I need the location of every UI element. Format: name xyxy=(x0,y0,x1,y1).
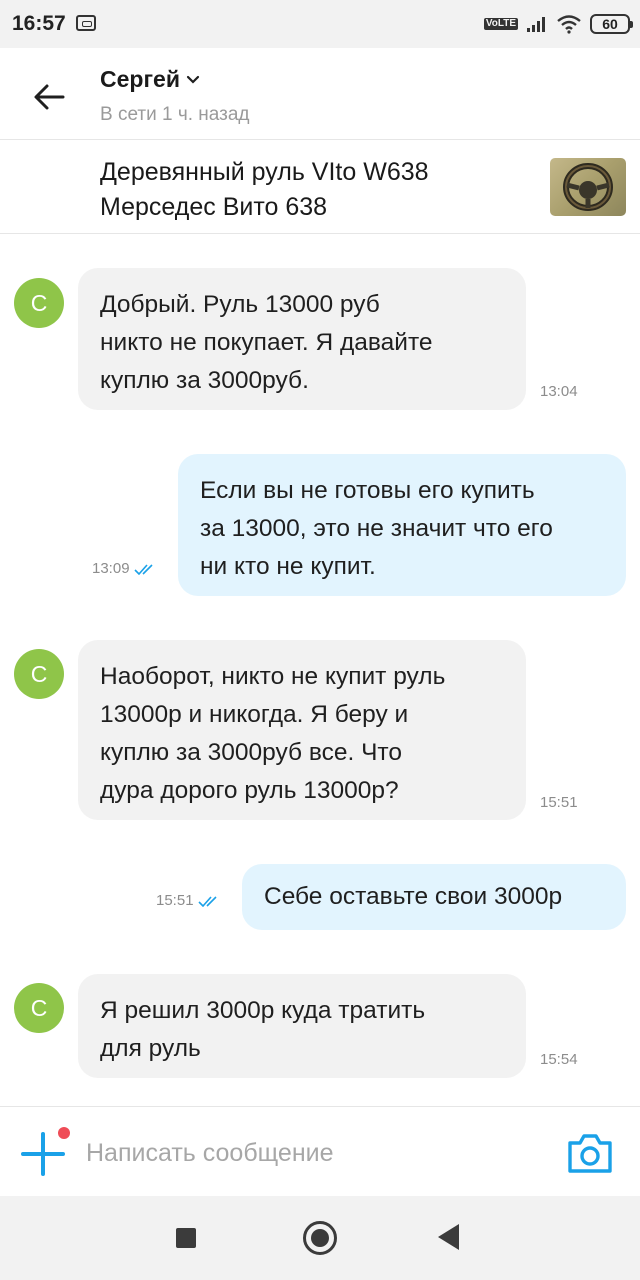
message-time: 15:54 xyxy=(540,1051,578,1068)
message-text: Наоборот, никто не купит руль 13000р и н… xyxy=(100,663,446,804)
double-check-icon xyxy=(133,563,153,575)
arrow-left-icon xyxy=(34,84,65,110)
message-text: Себе оставьте свои 3000р xyxy=(264,883,563,910)
message-incoming: С Наоборот, никто не купит руль 13000р и… xyxy=(0,614,640,834)
notification-icon xyxy=(76,15,96,31)
system-nav-bar xyxy=(0,1196,640,1280)
nav-back-button[interactable] xyxy=(438,1224,459,1250)
status-time: 16:57 xyxy=(12,12,66,35)
double-check-icon xyxy=(197,895,217,907)
chat-header: Сергей В сети 1 ч. назад xyxy=(0,48,640,140)
message-outgoing: 15:51 Себе оставьте свои 3000р xyxy=(0,834,640,954)
message-incoming: С Добрый. Руль 13000 руб никто не покупа… xyxy=(0,234,640,414)
back-button[interactable] xyxy=(26,74,72,120)
contact-name: Сергей xyxy=(100,66,180,92)
message-bubble[interactable]: Добрый. Руль 13000 руб никто не покупает… xyxy=(78,268,578,410)
status-bar: 16:57 VoLTE 60 xyxy=(0,0,640,48)
chevron-down-icon xyxy=(186,75,200,84)
message-meta: 15:51 xyxy=(156,892,220,909)
home-button[interactable] xyxy=(303,1221,337,1255)
listing-title: Деревянный руль VIto W638 Мерседес Вито … xyxy=(100,158,429,221)
message-composer xyxy=(0,1106,640,1196)
avatar[interactable]: С xyxy=(14,278,64,328)
listing-card[interactable]: Деревянный руль VIto W638 Мерседес Вито … xyxy=(0,141,640,234)
volte-icon: VoLTE xyxy=(483,18,518,30)
avatar[interactable]: С xyxy=(14,983,64,1033)
battery-icon: 60 xyxy=(590,14,633,34)
message-time: 15:51 xyxy=(540,794,578,811)
message-text: Добрый. Руль 13000 руб никто не покупает… xyxy=(100,291,433,394)
attach-button[interactable] xyxy=(18,1127,70,1179)
message-time: 13:09 xyxy=(92,560,130,577)
listing-thumbnail xyxy=(550,158,626,216)
steering-wheel-image xyxy=(563,163,613,211)
notification-dot xyxy=(58,1127,70,1139)
contact-status: В сети 1 ч. назад xyxy=(100,104,250,125)
message-text: Я решил 3000р куда тратить для руль xyxy=(100,997,426,1062)
message-list[interactable]: С Добрый. Руль 13000 руб никто не покупа… xyxy=(0,234,640,1106)
message-text: Если вы не готовы его купить за 13000, э… xyxy=(200,477,553,580)
recents-button[interactable] xyxy=(176,1228,196,1248)
message-bubble[interactable]: Если вы не готовы его купить за 13000, э… xyxy=(178,454,626,596)
message-outgoing: 13:09 Если вы не готовы его купить за 13… xyxy=(0,414,640,614)
message-bubble[interactable]: Я решил 3000р куда тратить для руль 15:5… xyxy=(78,974,578,1078)
status-icons: VoLTE 60 xyxy=(483,10,633,38)
contact-name-button[interactable]: Сергей xyxy=(100,66,200,93)
camera-button[interactable] xyxy=(566,1131,614,1175)
message-bubble[interactable]: Себе оставьте свои 3000р xyxy=(242,864,626,930)
signal-icon xyxy=(527,17,545,32)
message-meta: 13:09 xyxy=(92,560,156,577)
message-incoming: С Я решил 3000р куда тратить для руль 15… xyxy=(0,954,640,1106)
message-time: 13:04 xyxy=(540,383,578,400)
message-input[interactable] xyxy=(86,1131,526,1175)
camera-icon xyxy=(568,1134,612,1173)
avatar[interactable]: С xyxy=(14,649,64,699)
message-time: 15:51 xyxy=(156,892,194,909)
message-bubble[interactable]: Наоборот, никто не купит руль 13000р и н… xyxy=(78,640,578,820)
wifi-icon xyxy=(557,15,581,34)
